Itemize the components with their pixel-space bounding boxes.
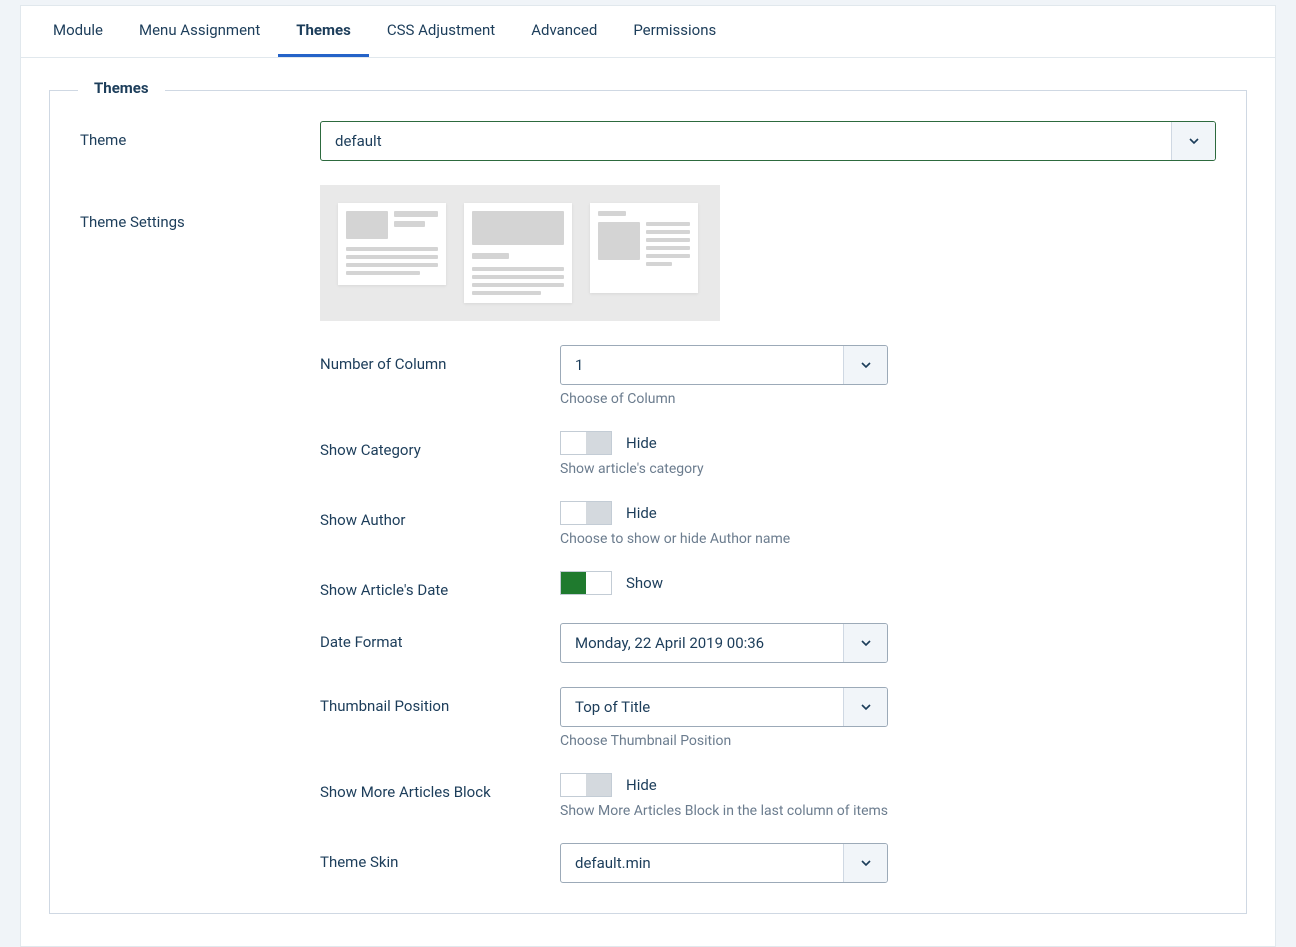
chevron-down-icon: [843, 844, 887, 882]
layout-preview-3[interactable]: [590, 203, 698, 293]
tab-module[interactable]: Module: [35, 6, 121, 57]
show-more-toggle[interactable]: [560, 773, 612, 797]
show-date-state: Show: [626, 574, 663, 592]
num-column-value: 1: [561, 346, 843, 384]
layout-preview-2[interactable]: [464, 203, 572, 303]
show-author-toggle[interactable]: [560, 501, 612, 525]
theme-skin-select[interactable]: default.min: [560, 843, 888, 883]
tab-content: Themes Theme default Theme Settings: [21, 58, 1275, 946]
theme-select-value: default: [321, 122, 1171, 160]
show-category-toggle[interactable]: [560, 431, 612, 455]
show-date-label: Show Article's Date: [320, 571, 560, 599]
chevron-down-icon: [843, 346, 887, 384]
num-column-select[interactable]: 1: [560, 345, 888, 385]
tab-advanced[interactable]: Advanced: [513, 6, 615, 57]
themes-fieldset: Themes Theme default Theme Settings: [49, 90, 1247, 914]
theme-label: Theme: [80, 121, 320, 149]
date-format-select[interactable]: Monday, 22 April 2019 00:36: [560, 623, 888, 663]
theme-settings-label: Theme Settings: [80, 185, 320, 883]
show-author-helper: Choose to show or hide Author name: [560, 531, 888, 547]
tab-css-adjustment[interactable]: CSS Adjustment: [369, 6, 513, 57]
show-category-helper: Show article's category: [560, 461, 888, 477]
thumb-pos-helper: Choose Thumbnail Position: [560, 733, 888, 749]
layout-preview-1[interactable]: [338, 203, 446, 285]
show-category-label: Show Category: [320, 431, 560, 459]
chevron-down-icon: [843, 624, 887, 662]
thumb-pos-label: Thumbnail Position: [320, 687, 560, 715]
theme-previews: [320, 185, 720, 321]
date-format-label: Date Format: [320, 623, 560, 651]
tab-menu-assignment[interactable]: Menu Assignment: [121, 6, 278, 57]
num-column-helper: Choose of Column: [560, 391, 888, 407]
show-category-state: Hide: [626, 434, 657, 452]
thumb-pos-value: Top of Title: [561, 688, 843, 726]
show-more-state: Hide: [626, 776, 657, 794]
show-more-helper: Show More Articles Block in the last col…: [560, 803, 888, 819]
fieldset-legend: Themes: [78, 79, 165, 97]
theme-skin-value: default.min: [561, 844, 843, 882]
show-more-label: Show More Articles Block: [320, 773, 560, 801]
date-format-value: Monday, 22 April 2019 00:36: [561, 624, 843, 662]
settings-panel: Module Menu Assignment Themes CSS Adjust…: [20, 5, 1276, 947]
chevron-down-icon: [843, 688, 887, 726]
tabs-bar: Module Menu Assignment Themes CSS Adjust…: [21, 6, 1275, 58]
tab-themes[interactable]: Themes: [278, 6, 369, 57]
thumb-pos-select[interactable]: Top of Title: [560, 687, 888, 727]
theme-select[interactable]: default: [320, 121, 1216, 161]
show-author-state: Hide: [626, 504, 657, 522]
num-column-label: Number of Column: [320, 345, 560, 373]
chevron-down-icon: [1171, 122, 1215, 160]
show-date-toggle[interactable]: [560, 571, 612, 595]
theme-skin-label: Theme Skin: [320, 843, 560, 871]
tab-permissions[interactable]: Permissions: [615, 6, 734, 57]
show-author-label: Show Author: [320, 501, 560, 529]
